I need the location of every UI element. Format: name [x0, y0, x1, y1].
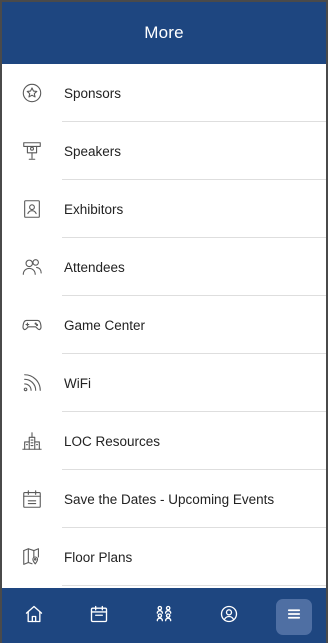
nav-profile-button[interactable] [196, 588, 261, 643]
menu-item-label: Sponsors [64, 85, 122, 101]
menu-item-label: Speakers [64, 143, 122, 159]
menu-item-label: Floor Plans [64, 549, 133, 565]
menu-item-sponsors[interactable]: Sponsors [2, 64, 326, 122]
page-title: More [144, 23, 184, 42]
active-indicator [275, 598, 312, 635]
menu-item-label: Game Center [64, 317, 146, 333]
home-icon [24, 604, 44, 629]
menu-item-exhibitors[interactable]: Exhibitors [2, 180, 326, 238]
menu-item-floor-plans[interactable]: Floor Plans [2, 528, 326, 586]
nav-home-button[interactable] [2, 588, 67, 643]
nav-menu-button[interactable] [261, 588, 326, 643]
menu-item-game-center[interactable]: Game Center [2, 296, 326, 354]
menu-item-label: Attendees [64, 259, 125, 275]
more-menu-list: Sponsors Speakers Exhibitors Attendees G [2, 64, 326, 588]
nav-attendees-button[interactable] [132, 588, 197, 643]
menu-item-label: LOC Resources [64, 433, 161, 449]
profile-icon [219, 604, 239, 629]
people-group-icon [154, 604, 174, 629]
menu-item-label: Save the Dates - Upcoming Events [64, 491, 275, 507]
menu-item-speakers[interactable]: Speakers [2, 122, 326, 180]
star-badge-icon [2, 64, 62, 122]
bottom-navigation [2, 588, 326, 643]
id-badge-icon [2, 180, 62, 238]
menu-icon [285, 605, 303, 628]
buildings-icon [2, 412, 62, 470]
map-pin-icon [2, 528, 62, 586]
app-screen: More Sponsors Speakers Exhibitors Attend… [0, 0, 328, 643]
menu-item-save-the-dates[interactable]: Save the Dates - Upcoming Events [2, 470, 326, 528]
nav-schedule-button[interactable] [67, 588, 132, 643]
podium-icon [2, 122, 62, 180]
people-icon [2, 238, 62, 296]
gamepad-icon [2, 296, 62, 354]
calendar-icon [2, 470, 62, 528]
page-header: More [2, 2, 326, 64]
menu-item-attendees[interactable]: Attendees [2, 238, 326, 296]
wifi-icon [2, 354, 62, 412]
menu-item-loc-resources[interactable]: LOC Resources [2, 412, 326, 470]
menu-item-label: WiFi [64, 375, 91, 391]
calendar-icon [89, 604, 109, 629]
menu-item-wifi[interactable]: WiFi [2, 354, 326, 412]
menu-item-label: Exhibitors [64, 201, 124, 217]
